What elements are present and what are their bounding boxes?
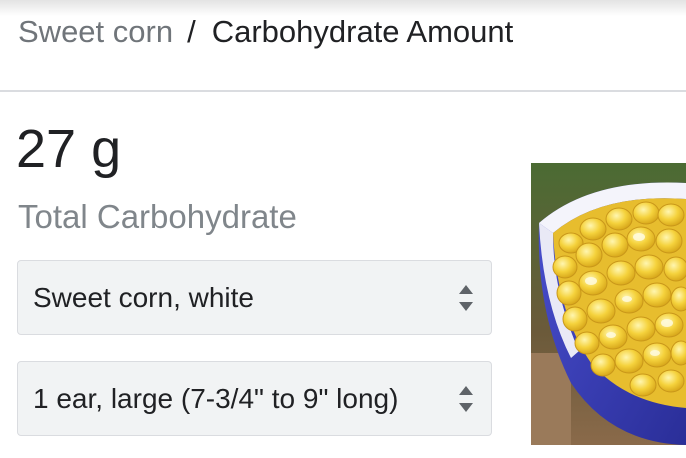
divider <box>0 90 686 92</box>
food-select[interactable]: Sweet corn, white <box>17 260 492 335</box>
serving-select[interactable]: 1 ear, large (7-3/4" to 9" long) <box>17 361 492 436</box>
nutrient-label: Total Carbohydrate <box>18 198 297 235</box>
food-select-value: Sweet corn, white <box>33 281 254 313</box>
up-down-arrows-icon <box>459 284 473 311</box>
sweet-corn-image <box>531 163 686 445</box>
breadcrumb-separator: / <box>187 14 196 49</box>
serving-select-value: 1 ear, large (7-3/4" to 9" long) <box>33 382 399 414</box>
up-down-arrows-icon <box>459 385 473 412</box>
breadcrumb-current: Carbohydrate Amount <box>211 14 514 49</box>
breadcrumb: Sweet corn / Carbohydrate Amount <box>18 10 513 54</box>
breadcrumb-parent-link[interactable]: Sweet corn <box>18 14 173 50</box>
nutrient-amount: 27 g <box>16 119 122 179</box>
